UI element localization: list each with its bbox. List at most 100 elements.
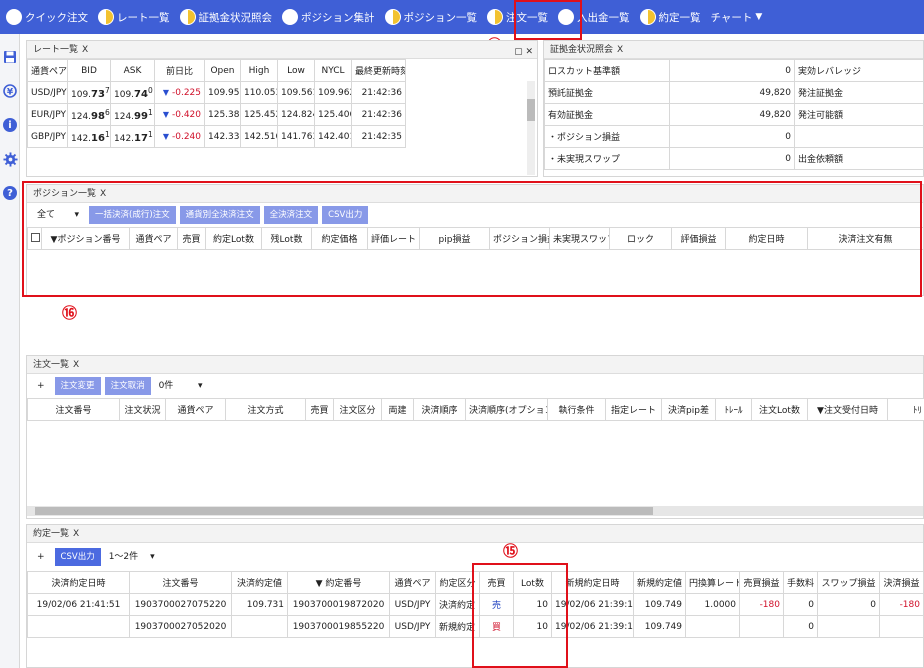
col-header[interactable]: 執行条件 bbox=[547, 398, 606, 421]
yen-icon[interactable]: ¥ bbox=[0, 74, 20, 108]
col-header[interactable]: ▼ 約定番号 bbox=[287, 571, 390, 594]
order-count-select[interactable]: 0件 ▾ bbox=[155, 377, 207, 395]
col-header[interactable]: BID bbox=[67, 59, 111, 82]
toolbar-execution-list[interactable]: 約定一覧 bbox=[639, 0, 701, 34]
ask-cell[interactable]: 109.740 bbox=[110, 81, 155, 104]
bid-frac: 6 bbox=[104, 107, 110, 117]
close-icon[interactable]: X bbox=[82, 45, 88, 55]
chevron-down-icon: ▾ bbox=[150, 552, 155, 562]
col-header[interactable]: 両建 bbox=[381, 398, 414, 421]
toggle-yellow-icon bbox=[487, 9, 503, 25]
col-header[interactable]: 新規約定値 bbox=[633, 571, 686, 594]
bid-cell[interactable]: 142.161 bbox=[67, 125, 111, 148]
window-icon[interactable]: ▢ ✕ bbox=[514, 43, 533, 61]
toggle-white-icon bbox=[282, 9, 298, 25]
toolbar-margin-status[interactable]: 証拠金状況照会 bbox=[179, 0, 272, 34]
col-header[interactable]: 注文Lot数 bbox=[751, 398, 808, 421]
col-header[interactable]: 決済約定日時 bbox=[27, 571, 130, 594]
rate-list-tab[interactable]: レート一覧 X ▢ ✕ bbox=[27, 41, 537, 59]
col-header[interactable]: 決済約定値 bbox=[231, 571, 288, 594]
rate-scrollbar[interactable] bbox=[527, 81, 535, 175]
col-header[interactable]: 注文区分 bbox=[333, 398, 382, 421]
time-cell: 21:42:36 bbox=[351, 81, 406, 104]
change-cell: ▼ -0.225 bbox=[154, 81, 205, 104]
high-cell: 110.053 bbox=[240, 81, 278, 104]
down-arrow-icon: ▼ bbox=[162, 131, 169, 141]
execution-list-tab[interactable]: 約定一覧 X bbox=[27, 525, 923, 543]
ask-cell[interactable]: 142.171 bbox=[110, 125, 155, 148]
tab-title: 証拠金状況照会 bbox=[550, 45, 614, 55]
highlight-box-15 bbox=[472, 563, 568, 668]
help-icon[interactable]: ? bbox=[0, 176, 20, 210]
col-header[interactable]: 注文番号 bbox=[129, 571, 232, 594]
low-cell: 124.824 bbox=[277, 103, 315, 126]
ask-frac: 1 bbox=[147, 107, 153, 117]
close-icon[interactable]: X bbox=[73, 529, 79, 539]
bid-pips: 16 bbox=[91, 132, 105, 144]
change-cell: ▼ -0.420 bbox=[154, 103, 205, 126]
col-header[interactable]: 円換算レート bbox=[685, 571, 740, 594]
csv-export-button[interactable]: CSV出力 bbox=[54, 548, 101, 566]
info-icon[interactable]: i bbox=[0, 108, 20, 142]
col-header[interactable]: スワップ損益 bbox=[817, 571, 880, 594]
new-price-cell: 109.749 bbox=[633, 615, 686, 638]
jpy-rate-cell bbox=[685, 615, 740, 638]
add-order-button[interactable]: + bbox=[33, 377, 49, 395]
col-header[interactable]: Low bbox=[277, 59, 315, 82]
col-header[interactable]: 注文番号 bbox=[27, 398, 120, 421]
order-h-scrollbar[interactable] bbox=[27, 506, 923, 516]
bid-cell[interactable]: 109.737 bbox=[67, 81, 111, 104]
ask-frac: 0 bbox=[147, 85, 153, 95]
table-row[interactable]: USD/JPY 109.737 109.740 ▼-0.225 109.959 … bbox=[27, 81, 406, 104]
toolbar-position-summary[interactable]: ポジション集計 bbox=[282, 0, 375, 34]
col-header[interactable]: 手数料 bbox=[783, 571, 818, 594]
bid-frac: 7 bbox=[104, 85, 110, 95]
col-header[interactable]: NYCL bbox=[314, 59, 352, 82]
toolbar-position-list[interactable]: ポジション一覧 bbox=[384, 0, 477, 34]
table-row[interactable]: GBP/JPY 142.161 142.171 ▼-0.240 142.330 … bbox=[27, 125, 406, 148]
order-toolbar: + 注文変更 注文取消 0件 ▾ bbox=[27, 374, 923, 398]
col-header[interactable]: 前日比 bbox=[154, 59, 205, 82]
table-row[interactable]: EUR/JPY 124.986 124.991 ▼-0.420 125.383 … bbox=[27, 103, 406, 126]
col-header[interactable]: High bbox=[240, 59, 278, 82]
col-header[interactable]: Open bbox=[204, 59, 241, 82]
col-header[interactable]: 決済pip差 bbox=[661, 398, 716, 421]
col-header[interactable]: 決済損益 bbox=[879, 571, 924, 594]
modify-order-button[interactable]: 注文変更 bbox=[54, 377, 101, 395]
close-icon[interactable]: X bbox=[617, 45, 623, 55]
col-header[interactable]: 通貨ペア bbox=[389, 571, 436, 594]
col-header[interactable]: ﾄﾘ bbox=[887, 398, 924, 421]
col-header[interactable]: 注文状況 bbox=[119, 398, 166, 421]
add-button[interactable]: + bbox=[33, 548, 49, 566]
toolbar-rate-list[interactable]: レート一覧 bbox=[98, 0, 170, 34]
pair-cell: GBP/JPY bbox=[27, 125, 68, 148]
execution-range-select[interactable]: 1～2件 ▾ bbox=[105, 548, 159, 566]
bid-cell[interactable]: 124.986 bbox=[67, 103, 111, 126]
save-icon[interactable] bbox=[0, 40, 20, 74]
col-header[interactable]: 指定レート bbox=[605, 398, 662, 421]
col-header[interactable]: 通貨ペア bbox=[165, 398, 226, 421]
col-header[interactable]: ﾄﾚｰﾙ bbox=[715, 398, 752, 421]
gear-icon[interactable] bbox=[0, 142, 20, 176]
toolbar-quick-order[interactable]: クイック注文 bbox=[6, 0, 88, 34]
close-icon[interactable]: X bbox=[73, 360, 79, 370]
change-cell: ▼ -0.240 bbox=[154, 125, 205, 148]
col-header[interactable]: 通貨ペア bbox=[27, 59, 68, 82]
margin-status-tab[interactable]: 証拠金状況照会 X bbox=[544, 41, 923, 59]
col-header[interactable]: ASK bbox=[110, 59, 155, 82]
order-list-tab[interactable]: 注文一覧 X bbox=[27, 356, 923, 374]
tab-title: 注文一覧 bbox=[33, 360, 70, 370]
cancel-order-button[interactable]: 注文取消 bbox=[104, 377, 151, 395]
toolbar-chart-menu[interactable]: チャート ▼ bbox=[711, 0, 763, 34]
col-header[interactable]: 決済順序(オプション) bbox=[465, 398, 548, 421]
col-header[interactable]: 売買 bbox=[305, 398, 334, 421]
margin-label: ・未実現スワップ bbox=[544, 147, 670, 170]
col-header[interactable]: 決済順序 bbox=[413, 398, 466, 421]
margin-row: ・未実現スワップ 0 出金依頼額 bbox=[544, 147, 924, 170]
col-header[interactable]: 最終更新時刻 bbox=[351, 59, 406, 82]
col-header[interactable]: 注文方式 bbox=[225, 398, 306, 421]
col-header[interactable]: ▼注文受付日時 bbox=[807, 398, 888, 421]
change-value: -0.225 bbox=[171, 87, 201, 98]
ask-cell[interactable]: 124.991 bbox=[110, 103, 155, 126]
col-header[interactable]: 売買損益 bbox=[739, 571, 784, 594]
